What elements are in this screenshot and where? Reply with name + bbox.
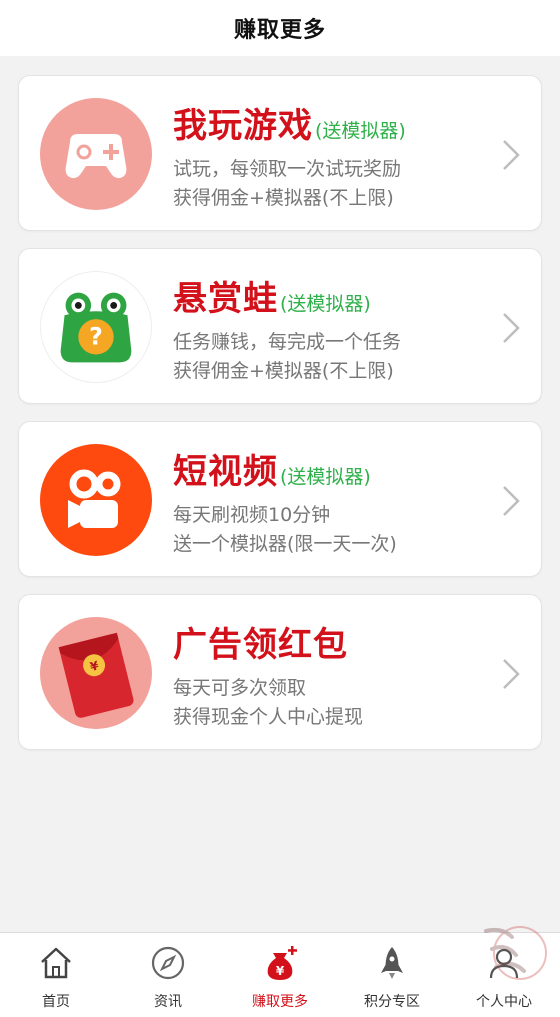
card-title: 广告领红包 bbox=[173, 625, 348, 665]
card-short-video[interactable]: 短视频 (送模拟器) 每天刷视频10分钟 送一个模拟器(限一天一次) bbox=[18, 421, 542, 577]
card-desc-line2: 获得佣金+模拟器(不上限) bbox=[173, 360, 394, 382]
card-text: 广告领红包 每天可多次领取 获得现金个人中心提现 bbox=[173, 617, 483, 732]
card-desc-line1: 每天刷视频10分钟 bbox=[173, 504, 331, 526]
card-text: 短视频 (送模拟器) 每天刷视频10分钟 送一个模拟器(限一天一次) bbox=[173, 444, 483, 559]
nav-label: 个人中心 bbox=[476, 994, 532, 1010]
card-tag: (送模拟器) bbox=[280, 293, 371, 315]
home-icon bbox=[36, 943, 76, 983]
svg-text:?: ? bbox=[89, 323, 103, 351]
money-bag-icon: ¥ bbox=[260, 943, 300, 983]
header-bar: 赚取更多 bbox=[0, 0, 560, 56]
card-play-games[interactable]: 我玩游戏 (送模拟器) 试玩，每领取一次试玩奖励 获得佣金+模拟器(不上限) bbox=[18, 75, 542, 231]
card-text: 我玩游戏 (送模拟器) 试玩，每领取一次试玩奖励 获得佣金+模拟器(不上限) bbox=[173, 98, 483, 213]
nav-item-home[interactable]: 首页 bbox=[0, 933, 112, 1017]
watermark-stamp bbox=[484, 926, 547, 980]
rocket-icon bbox=[372, 943, 412, 983]
chevron-right-icon bbox=[503, 659, 520, 689]
page-title: 赚取更多 bbox=[233, 18, 326, 43]
card-title: 我玩游戏 bbox=[173, 106, 313, 146]
card-bounty-frog[interactable]: ? 悬赏蛙 (送模拟器) 任务赚钱，每完成一个任务 获得佣金+模拟器(不上限) bbox=[18, 248, 542, 404]
nav-item-news[interactable]: 资讯 bbox=[112, 933, 224, 1017]
card-desc-line2: 送一个模拟器(限一天一次) bbox=[173, 533, 397, 555]
card-desc-line1: 每天可多次领取 bbox=[173, 677, 307, 699]
nav-label: 资讯 bbox=[154, 994, 182, 1010]
app-root: 赚取更多 我玩游戏 (送模拟器) 试玩，每领取一次试玩奖励 获得佣金+模拟器(不… bbox=[0, 0, 560, 1017]
chevron-right-icon bbox=[503, 486, 520, 516]
nav-label: 赚取更多 bbox=[252, 994, 308, 1010]
card-desc-line2: 获得现金个人中心提现 bbox=[173, 706, 364, 728]
chevron-right-icon bbox=[503, 140, 520, 170]
card-title: 悬赏蛙 bbox=[173, 279, 278, 319]
video-camera-icon bbox=[40, 444, 152, 556]
card-ad-red-envelope[interactable]: ¥ 广告领红包 每天可多次领取 获得现金个人中心提现 bbox=[18, 594, 542, 750]
nav-item-earn-more[interactable]: ¥ 赚取更多 bbox=[224, 933, 336, 1017]
card-desc-line1: 任务赚钱，每完成一个任务 bbox=[173, 331, 402, 353]
nav-label: 积分专区 bbox=[364, 994, 420, 1010]
card-desc-line1: 试玩，每领取一次试玩奖励 bbox=[173, 158, 402, 180]
svg-text:¥: ¥ bbox=[276, 964, 285, 978]
earn-list: 我玩游戏 (送模拟器) 试玩，每领取一次试玩奖励 获得佣金+模拟器(不上限) ?… bbox=[18, 75, 542, 767]
card-desc-line2: 获得佣金+模拟器(不上限) bbox=[173, 187, 394, 209]
chevron-right-icon bbox=[503, 313, 520, 343]
nav-label: 首页 bbox=[42, 994, 70, 1010]
frog-icon: ? bbox=[40, 271, 152, 383]
card-text: 悬赏蛙 (送模拟器) 任务赚钱，每完成一个任务 获得佣金+模拟器(不上限) bbox=[173, 271, 483, 386]
card-title: 短视频 bbox=[173, 452, 278, 492]
compass-icon bbox=[148, 943, 188, 983]
card-tag: (送模拟器) bbox=[280, 466, 371, 488]
gamepad-icon bbox=[40, 98, 152, 210]
nav-item-points[interactable]: 积分专区 bbox=[336, 933, 448, 1017]
card-tag: (送模拟器) bbox=[315, 120, 406, 142]
red-envelope-icon: ¥ bbox=[40, 617, 152, 729]
